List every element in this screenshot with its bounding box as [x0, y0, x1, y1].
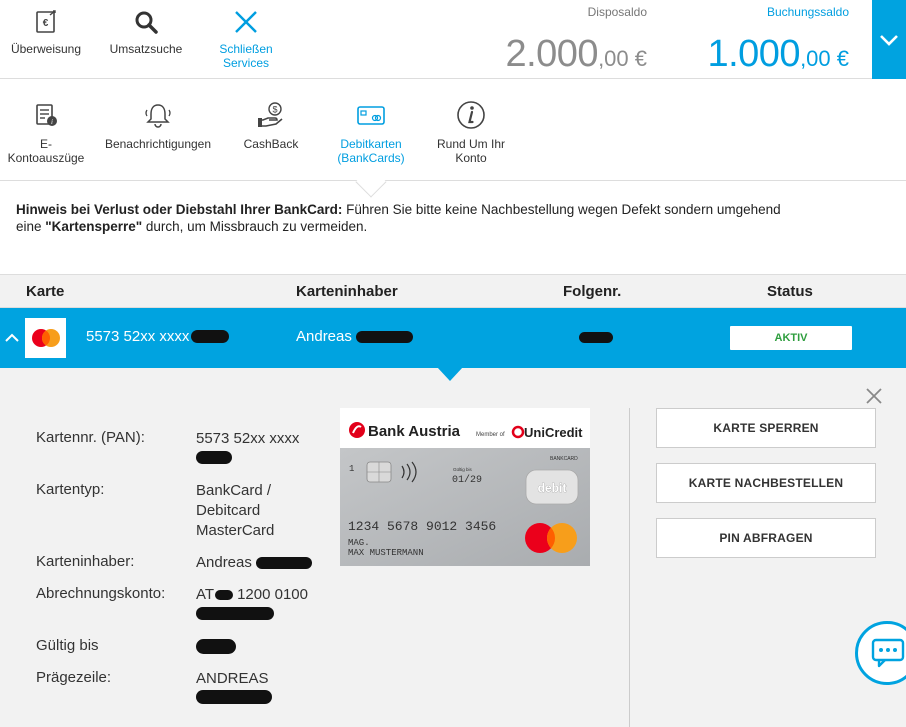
chevron-down-icon — [880, 34, 898, 46]
label-valid: Gültig bis — [36, 637, 99, 654]
redaction — [191, 330, 230, 343]
redaction — [196, 639, 236, 654]
card-member-of: Member of — [476, 432, 505, 438]
svg-text:$: $ — [272, 105, 277, 115]
debitcards-label-1: Debitkarten — [340, 137, 402, 151]
e-statements-label-2: Kontoauszüge — [7, 151, 85, 165]
value-type: BankCard / Debitcard MasterCard — [196, 482, 275, 539]
row-seq — [579, 328, 613, 343]
info-icon — [451, 95, 491, 135]
card-number: 1234 5678 9012 3456 — [348, 519, 496, 534]
card-unicredit: UniCredit — [524, 425, 583, 440]
chevron-up-icon[interactable] — [5, 333, 19, 343]
label-pan: Kartennr. (PAN): — [36, 429, 145, 446]
cashback-icon: $ — [251, 95, 291, 135]
loss-notice: Hinweis bei Verlust oder Diebstahl Ihrer… — [16, 201, 816, 235]
dispo-amount: 2.000,00 € — [505, 33, 647, 75]
nav-transfer[interactable]: € Überweisung — [0, 0, 92, 79]
table-row[interactable]: 5573 52xx xxxx Andreas AKTIV — [0, 308, 906, 368]
subnav-e-statements[interactable]: i E- Kontoauszüge — [0, 79, 92, 165]
statement-icon: i — [26, 95, 66, 135]
e-statements-label-1: E- — [40, 137, 52, 151]
booking-balance: Buchungssaldo 1.000,00 € — [687, 0, 872, 79]
col-holder: Karteninhaber — [296, 283, 398, 300]
redaction — [196, 690, 272, 704]
nav-close-services[interactable]: Schließen Services — [200, 0, 292, 79]
notifications-label: Benachrichtigungen — [104, 137, 212, 151]
card-index: 1 — [349, 464, 354, 474]
value-valid — [196, 637, 236, 654]
svg-text:i: i — [51, 118, 53, 126]
row-pointer — [437, 367, 463, 381]
pin-request-button[interactable]: PIN ABFRAGEN — [656, 518, 876, 558]
card-holder-name: MAX MUSTERMANN — [348, 548, 424, 558]
value-pan: 5573 52xx xxxx — [196, 429, 299, 464]
col-seq: Folgenr. — [563, 283, 622, 300]
label-account: Abrechnungskonto: — [36, 585, 166, 602]
col-status: Status — [767, 283, 813, 300]
row-pan: 5573 52xx xxxx — [86, 328, 230, 345]
status-badge: AKTIV — [730, 326, 852, 350]
close-icon — [232, 4, 260, 40]
about-account-label-2: Konto — [455, 151, 487, 165]
nav-transfer-label: Überweisung — [10, 42, 82, 56]
card-debit-label: debit — [538, 481, 567, 495]
bell-icon — [138, 95, 178, 135]
row-holder: Andreas — [296, 328, 413, 345]
debitcards-label-2: (BankCards) — [337, 151, 405, 165]
redaction — [196, 451, 232, 464]
redaction — [579, 332, 613, 343]
col-card: Karte — [26, 283, 65, 300]
redaction — [196, 607, 274, 620]
notice-line-2: eine "Kartensperre" durch, um Missbrauch… — [16, 219, 368, 234]
nav-close-label-2: Services — [222, 56, 269, 70]
vertical-divider — [629, 408, 630, 727]
value-emboss: ANDREAS — [196, 669, 272, 704]
card-title: MAG. — [348, 538, 370, 548]
cashback-label: CashBack — [243, 137, 299, 151]
subnav-debitcards[interactable]: Debitkarten (BankCards) — [330, 79, 412, 165]
search-icon — [133, 4, 159, 40]
booking-amount: 1.000,00 € — [707, 33, 849, 75]
card-valid-label: Gültig bis — [453, 467, 473, 472]
nav-search-label: Umsatzsuche — [109, 42, 183, 56]
block-card-button[interactable]: KARTE SPERREN — [656, 408, 876, 448]
label-type: Kartentyp: — [36, 481, 105, 498]
label-holder: Karteninhaber: — [36, 553, 135, 570]
svg-text:€: € — [43, 18, 49, 29]
chat-icon — [871, 638, 905, 668]
mastercard-logo — [25, 318, 66, 358]
redaction — [255, 557, 312, 569]
nav-close-label-1: Schließen — [219, 42, 273, 56]
expand-balance-button[interactable] — [872, 0, 906, 79]
dispo-balance: Disposaldo 2.000,00 € — [505, 0, 687, 79]
cards-table-header: Karte Karteninhaber Folgenr. Status — [0, 274, 906, 308]
subnav-cashback[interactable]: $ CashBack — [232, 79, 310, 151]
dispo-label: Disposaldo — [587, 5, 647, 19]
about-account-label-1: Rund Um Ihr — [436, 137, 506, 151]
reorder-card-button[interactable]: KARTE NACHBESTELLEN — [656, 463, 876, 503]
top-nav: € Überweisung Umsatzsuche Schließen Serv… — [0, 0, 292, 79]
nav-search[interactable]: Umsatzsuche — [92, 0, 200, 79]
subnav-notifications[interactable]: Benachrichtigungen — [100, 79, 216, 151]
card-bank-name: Bank Austria — [368, 423, 461, 440]
notice-line-1: Hinweis bei Verlust oder Diebstahl Ihrer… — [16, 202, 781, 217]
transfer-icon: € — [33, 4, 59, 40]
top-bar: € Überweisung Umsatzsuche Schließen Serv… — [0, 0, 906, 79]
value-holder: Andreas — [196, 553, 312, 573]
card-image: Bank Austria Member of UniCredit BANKCAR… — [340, 408, 590, 566]
card-valid: 01/29 — [452, 474, 482, 486]
value-account: AT 1200 0100 — [196, 585, 308, 620]
booking-label: Buchungssaldo — [766, 5, 849, 19]
redaction — [355, 330, 413, 343]
card-bankcard-label: BANKCARD — [550, 456, 578, 462]
close-icon[interactable] — [864, 386, 884, 406]
redaction — [215, 590, 234, 600]
card-icon — [351, 95, 391, 135]
balances: Disposaldo 2.000,00 € Buchungssaldo 1.00… — [505, 0, 872, 79]
services-subnav: i E- Kontoauszüge Benachrichtigungen $ C… — [0, 79, 906, 181]
subnav-about-account[interactable]: Rund Um Ihr Konto — [430, 79, 512, 165]
label-emboss: Prägezeile: — [36, 669, 112, 686]
